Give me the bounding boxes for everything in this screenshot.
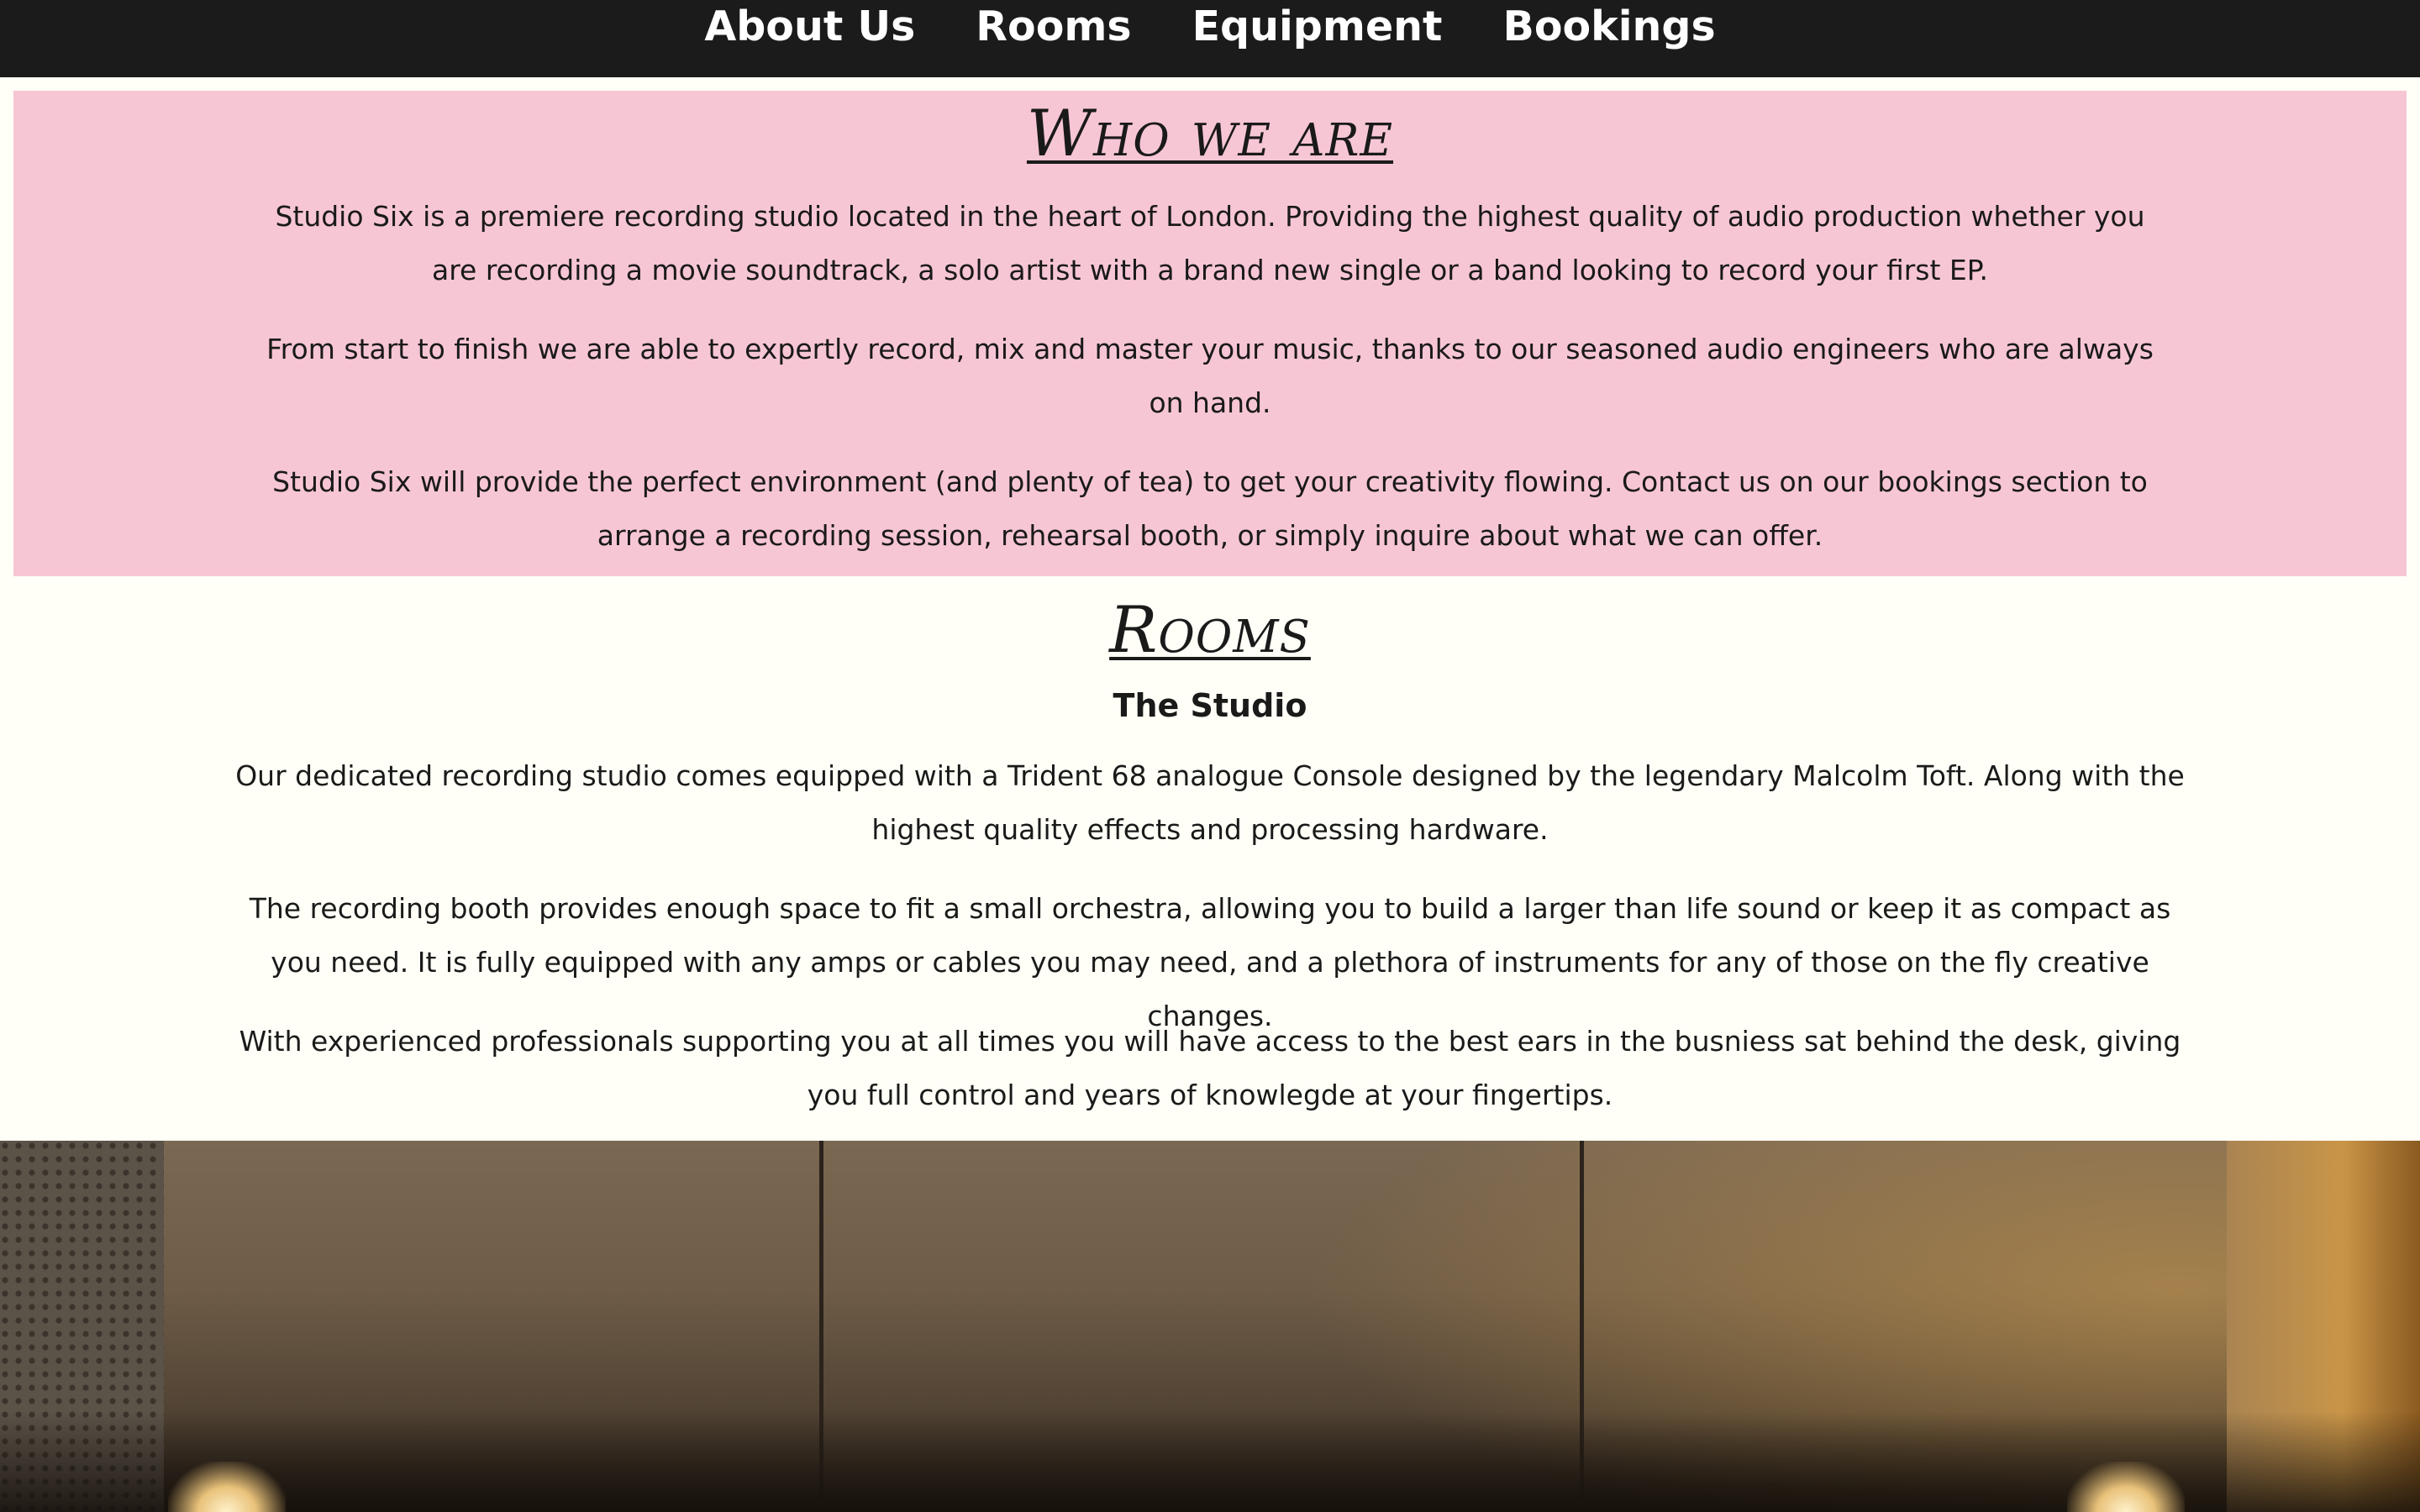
nav-link-bookings[interactable]: Bookings bbox=[1472, 3, 1745, 50]
nav-link-about-us[interactable]: About Us bbox=[674, 3, 945, 50]
top-navbar: About Us Rooms Equipment Bookings bbox=[0, 0, 2420, 77]
rooms-paragraph-3: With experienced professionals supportin… bbox=[0, 1015, 2420, 1122]
about-paragraph-2-text: From start to finish we are able to expe… bbox=[266, 333, 2154, 419]
photo-floor-shadow bbox=[0, 1411, 2420, 1512]
about-paragraph-3-text: Studio Six will provide the perfect envi… bbox=[272, 465, 2148, 552]
rooms-title-wrap: Rooms bbox=[0, 592, 2420, 676]
about-paragraph-1: Studio Six is a premiere recording studi… bbox=[13, 190, 2407, 297]
studio-subtitle: The Studio bbox=[1113, 687, 1307, 724]
rooms-paragraph-1: Our dedicated recording studio comes equ… bbox=[0, 749, 2420, 857]
about-paragraph-2: From start to finish we are able to expe… bbox=[13, 323, 2407, 430]
photo-lamp-right bbox=[2067, 1462, 2185, 1512]
photo-lamp-left bbox=[168, 1462, 286, 1512]
nav-list: About Us Rooms Equipment Bookings bbox=[674, 0, 1745, 54]
who-we-are-title-wrap: Who we are bbox=[13, 96, 2407, 188]
nav-link-rooms[interactable]: Rooms bbox=[945, 3, 1161, 50]
studio-photo bbox=[0, 1141, 2420, 1512]
about-paragraph-1-text: Studio Six is a premiere recording studi… bbox=[275, 200, 2145, 286]
who-we-are-section: Who we are Studio Six is a premiere reco… bbox=[13, 91, 2407, 576]
rooms-paragraph-3-text: With experienced professionals supportin… bbox=[239, 1025, 2181, 1111]
rooms-title: Rooms bbox=[1109, 592, 1311, 667]
about-paragraph-3: Studio Six will provide the perfect envi… bbox=[13, 455, 2407, 563]
nav-link-equipment[interactable]: Equipment bbox=[1162, 3, 1473, 50]
rooms-paragraph-1-text: Our dedicated recording studio comes equ… bbox=[235, 759, 2185, 846]
who-we-are-title: Who we are bbox=[1026, 96, 1394, 171]
